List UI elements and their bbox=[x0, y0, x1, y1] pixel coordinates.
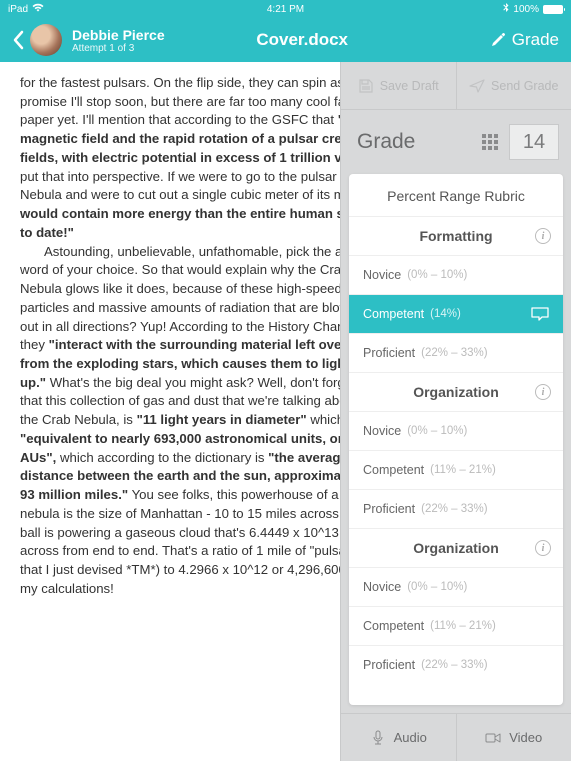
level-pct: (22% – 33%) bbox=[421, 347, 487, 359]
back-button[interactable] bbox=[12, 30, 24, 50]
rubric-section-header[interactable]: Organizationi bbox=[349, 528, 563, 567]
rubric-level-row[interactable]: Novice (0% – 10%) bbox=[349, 567, 563, 606]
page-title: Cover.docx bbox=[115, 30, 490, 50]
rubric-title: Percent Range Rubric bbox=[349, 174, 563, 216]
pencil-icon bbox=[490, 32, 506, 48]
panel-top-actions: Save Draft Send Grade bbox=[341, 62, 571, 110]
rubric-level-row[interactable]: Competent (11% – 21%) bbox=[349, 450, 563, 489]
rubric-sections: Formattingi Novice (0% – 10%) Competent (14%… bbox=[349, 216, 563, 684]
rubric-level-row[interactable]: Proficient (22% – 33%) bbox=[349, 489, 563, 528]
rubric-level-row[interactable]: Competent (11% – 21%) bbox=[349, 606, 563, 645]
level-name: Novice bbox=[363, 268, 401, 282]
grading-panel: Save Draft Send Grade Grade 14 Percent R… bbox=[340, 62, 571, 761]
grade-value-input[interactable]: 14 bbox=[509, 124, 559, 160]
wifi-icon bbox=[32, 3, 44, 15]
rubric-section-header[interactable]: Organizationi bbox=[349, 372, 563, 411]
level-pct: (14%) bbox=[430, 308, 461, 320]
rubric-card: Percent Range Rubric Formattingi Novice (0… bbox=[349, 174, 563, 705]
comment-icon[interactable] bbox=[531, 307, 549, 321]
save-icon bbox=[358, 78, 374, 94]
media-bar: Audio Video bbox=[341, 713, 571, 761]
grade-label: Grade bbox=[357, 130, 471, 154]
level-name: Competent bbox=[363, 619, 424, 633]
grade-button[interactable]: Grade bbox=[490, 30, 559, 50]
status-bar: iPad 4:21 PM 100% bbox=[0, 0, 571, 18]
level-pct: (22% – 33%) bbox=[421, 659, 487, 671]
battery-pct: 100% bbox=[513, 4, 539, 15]
video-icon bbox=[485, 730, 501, 746]
level-pct: (0% – 10%) bbox=[407, 269, 467, 281]
chevron-left-icon bbox=[12, 30, 24, 50]
level-pct: (0% – 10%) bbox=[407, 425, 467, 437]
status-time: 4:21 PM bbox=[193, 4, 378, 15]
rubric-level-row[interactable]: Novice (0% – 10%) bbox=[349, 255, 563, 294]
rubric-level-row[interactable]: Competent (14%) bbox=[349, 294, 563, 333]
rubric-section-header[interactable]: Formattingi bbox=[349, 216, 563, 255]
attempt-label: Attempt 1 of 3 bbox=[72, 43, 165, 54]
save-draft-button[interactable]: Save Draft bbox=[341, 62, 456, 109]
audio-button[interactable]: Audio bbox=[341, 714, 456, 761]
level-name: Proficient bbox=[363, 346, 415, 360]
level-name: Novice bbox=[363, 580, 401, 594]
level-name: Novice bbox=[363, 424, 401, 438]
level-name: Proficient bbox=[363, 658, 415, 672]
send-grade-button[interactable]: Send Grade bbox=[456, 62, 571, 109]
device-label: iPad bbox=[8, 4, 28, 15]
avatar[interactable] bbox=[30, 24, 62, 56]
info-icon[interactable]: i bbox=[535, 384, 551, 400]
level-pct: (22% – 33%) bbox=[421, 503, 487, 515]
bluetooth-icon bbox=[503, 3, 509, 16]
video-button[interactable]: Video bbox=[456, 714, 571, 761]
battery-icon bbox=[543, 5, 563, 14]
microphone-icon bbox=[370, 730, 386, 746]
level-name: Competent bbox=[363, 307, 424, 321]
level-pct: (11% – 21%) bbox=[430, 620, 496, 632]
send-icon bbox=[469, 78, 485, 94]
info-icon[interactable]: i bbox=[535, 540, 551, 556]
info-icon[interactable]: i bbox=[535, 228, 551, 244]
level-pct: (0% – 10%) bbox=[407, 581, 467, 593]
level-name: Competent bbox=[363, 463, 424, 477]
level-name: Proficient bbox=[363, 502, 415, 516]
grade-button-label: Grade bbox=[512, 30, 559, 50]
level-pct: (11% – 21%) bbox=[430, 464, 496, 476]
rubric-grid-icon[interactable] bbox=[481, 133, 499, 151]
grade-row: Grade 14 bbox=[341, 110, 571, 174]
rubric-level-row[interactable]: Novice (0% – 10%) bbox=[349, 411, 563, 450]
nav-bar: Debbie Pierce Attempt 1 of 3 Cover.docx … bbox=[0, 18, 571, 62]
rubric-level-row[interactable]: Proficient (22% – 33%) bbox=[349, 333, 563, 372]
rubric-level-row[interactable]: Proficient (22% – 33%) bbox=[349, 645, 563, 684]
